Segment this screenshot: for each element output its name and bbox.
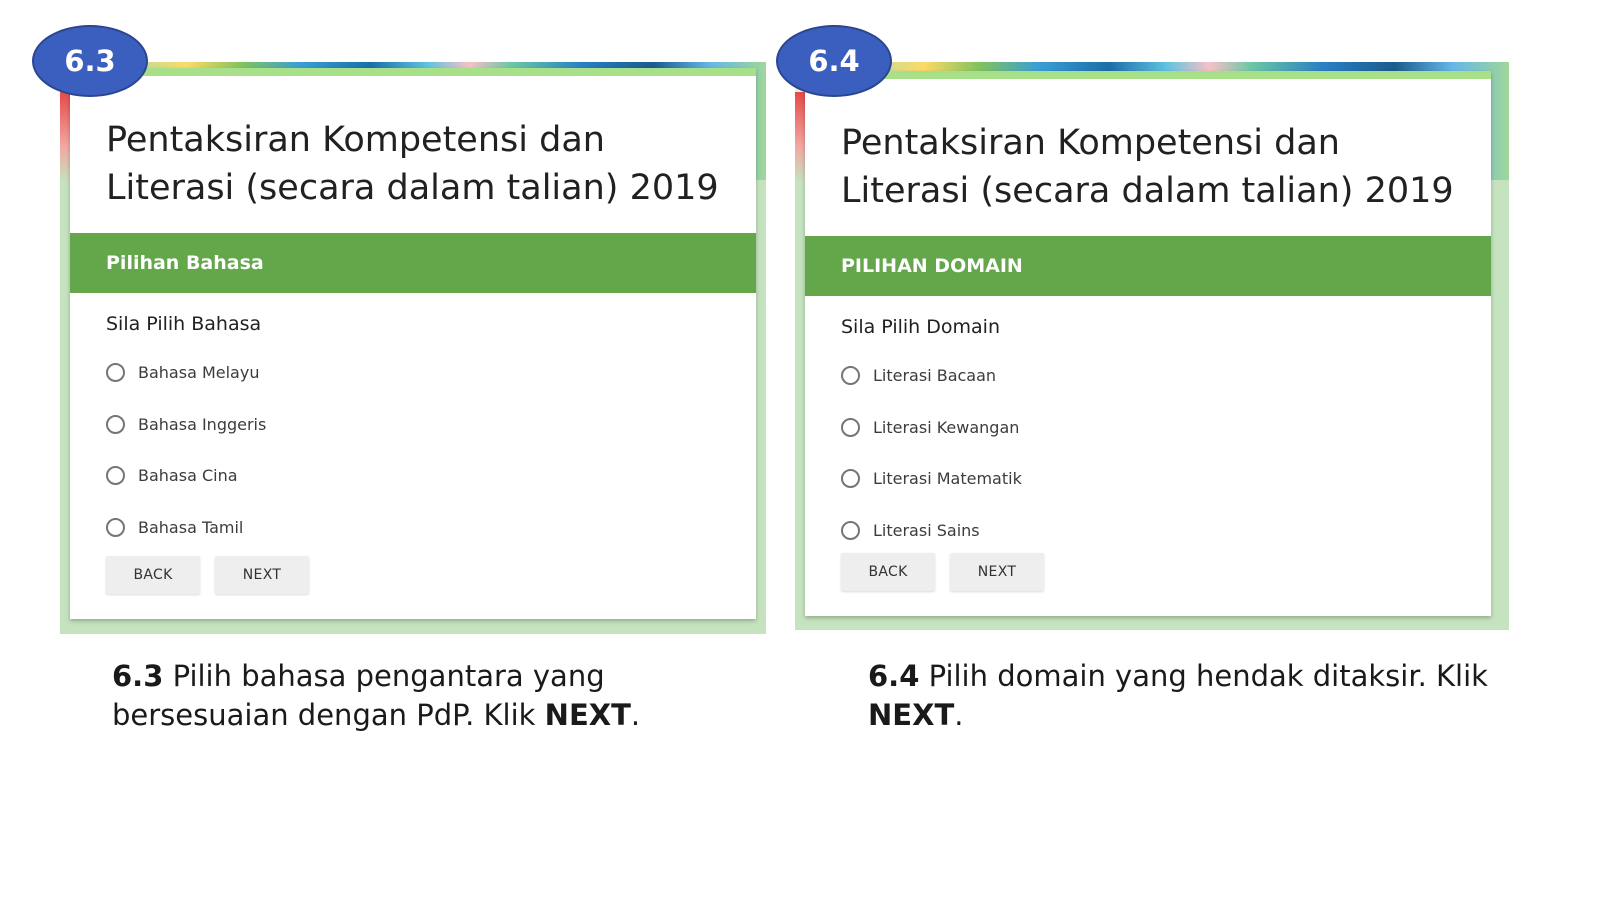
form-card: Pentaksiran Kompetensi dan Literasi (sec… <box>805 71 1491 616</box>
radio-button-icon[interactable] <box>106 362 125 382</box>
option-label: Literasi Bacaan <box>873 365 997 385</box>
radio-option[interactable]: Literasi Matematik <box>841 465 1022 491</box>
radio-button-icon[interactable] <box>841 365 860 385</box>
caption-emphasis: NEXT <box>868 698 955 732</box>
option-label: Literasi Matematik <box>873 468 1022 488</box>
radio-button-icon[interactable] <box>106 465 125 485</box>
form-screenshot-domain: Pentaksiran Kompetensi dan Literasi (sec… <box>795 62 1509 630</box>
option-label: Literasi Kewangan <box>873 417 1020 437</box>
option-label: Bahasa Melayu <box>138 362 260 382</box>
radio-option[interactable]: Bahasa Inggeris <box>106 411 266 437</box>
caption-end: . <box>630 698 641 732</box>
form-title: Pentaksiran Kompetensi dan Literasi (sec… <box>841 123 1454 211</box>
next-button[interactable]: NEXT <box>215 556 309 594</box>
step-badge: 6.3 <box>32 25 148 97</box>
back-button[interactable]: BACK <box>841 553 935 591</box>
question-label: Sila Pilih Bahasa <box>106 313 262 335</box>
step-caption: 6.4 Pilih domain yang hendak ditaksir. K… <box>868 657 1488 735</box>
caption-text: Pilih bahasa pengantara yang bersesuaian… <box>112 659 605 732</box>
radio-button-icon[interactable] <box>841 520 860 540</box>
caption-emphasis: NEXT <box>544 698 631 732</box>
caption-step-number: 6.3 <box>112 659 164 693</box>
form-title: Pentaksiran Kompetensi dan Literasi (sec… <box>106 120 719 208</box>
option-label: Bahasa Cina <box>138 465 238 485</box>
question-label: Sila Pilih Domain <box>841 316 1000 338</box>
radio-button-icon[interactable] <box>841 468 860 488</box>
caption-step-number: 6.4 <box>868 659 920 693</box>
radio-button-icon[interactable] <box>841 417 860 437</box>
step-caption: 6.3 Pilih bahasa pengantara yang bersesu… <box>112 657 732 735</box>
form-screenshot-language: Pentaksiran Kompetensi dan Literasi (sec… <box>60 62 766 634</box>
radio-button-icon[interactable] <box>106 414 125 434</box>
next-button[interactable]: NEXT <box>950 553 1044 591</box>
radio-button-icon[interactable] <box>106 517 125 537</box>
option-label: Literasi Sains <box>873 520 980 540</box>
option-label: Bahasa Tamil <box>138 517 244 537</box>
radio-option[interactable]: Literasi Kewangan <box>841 414 1019 440</box>
radio-option[interactable]: Literasi Bacaan <box>841 362 996 388</box>
section-header: PILIHAN DOMAIN <box>805 236 1491 296</box>
radio-option[interactable]: Bahasa Cina <box>106 462 238 488</box>
caption-end: . <box>954 698 964 732</box>
option-label: Bahasa Inggeris <box>138 414 267 434</box>
back-button[interactable]: BACK <box>106 556 200 594</box>
slide: Pentaksiran Kompetensi dan Literasi (sec… <box>0 0 1600 900</box>
section-header: Pilihan Bahasa <box>70 233 756 293</box>
radio-option[interactable]: Bahasa Tamil <box>106 514 243 540</box>
radio-option[interactable]: Literasi Sains <box>841 517 980 543</box>
form-card: Pentaksiran Kompetensi dan Literasi (sec… <box>70 68 756 619</box>
caption-text: Pilih domain yang hendak ditaksir. Klik <box>919 659 1488 693</box>
step-badge: 6.4 <box>776 25 892 97</box>
radio-option[interactable]: Bahasa Melayu <box>106 359 259 385</box>
